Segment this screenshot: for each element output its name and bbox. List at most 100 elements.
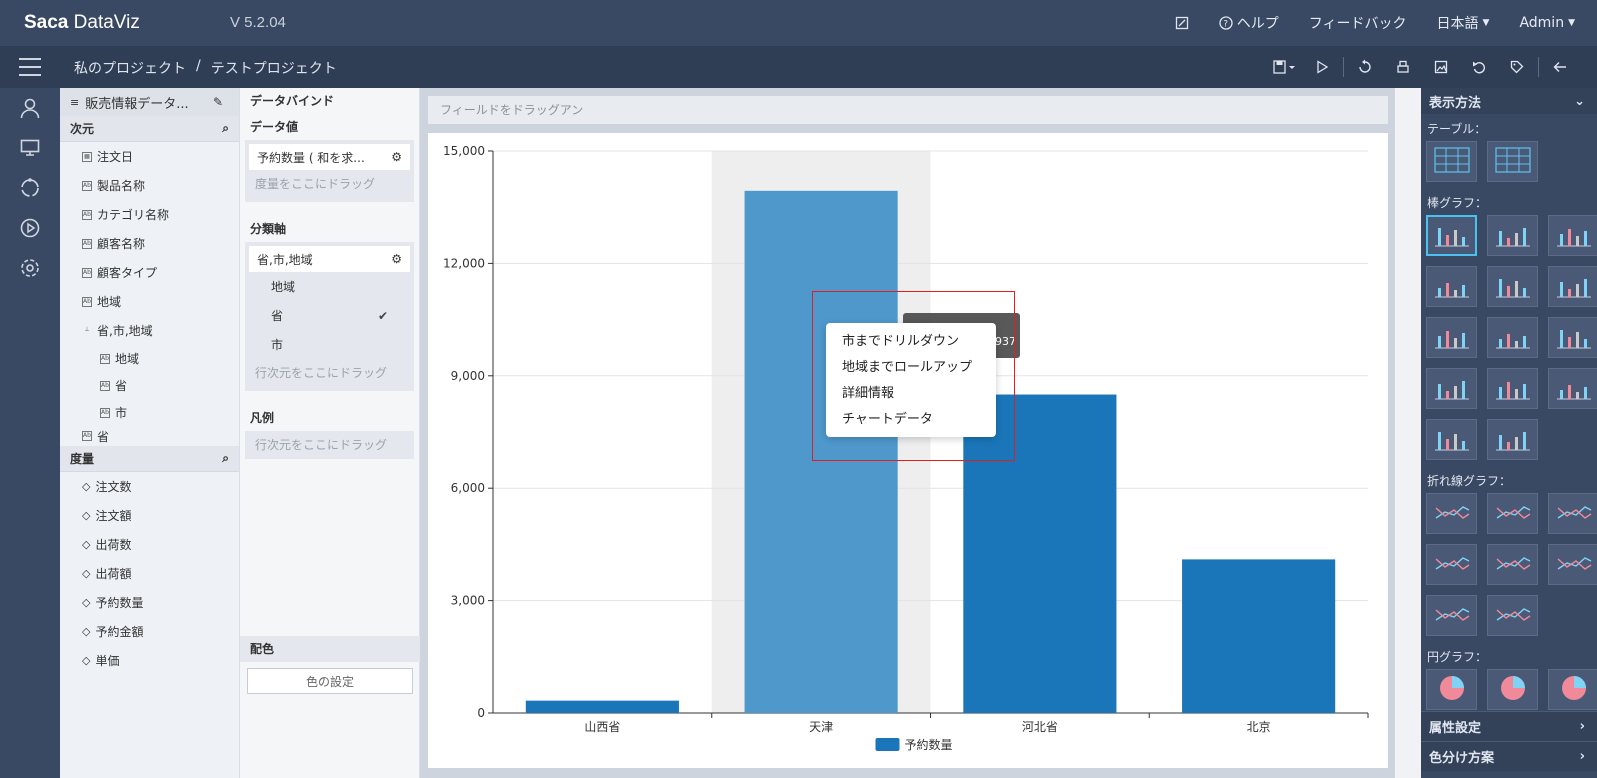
measure-item[interactable]: ◇ 注文数 [60, 472, 239, 501]
dimension-item[interactable]: Ab 製品名称 [60, 171, 239, 200]
monitor-icon[interactable] [0, 128, 60, 168]
line-type-option[interactable] [1426, 493, 1477, 534]
axis-dropzone[interactable]: 省,市,地域 ⚙ 地域省 ✔ 市 行次元をここにドラッグ [245, 242, 414, 391]
bar-type-option[interactable] [1487, 215, 1538, 256]
settings-gear-icon[interactable] [0, 248, 60, 288]
dimension-item[interactable]: Ab カテゴリ名称 [60, 200, 239, 229]
user-icon[interactable] [0, 88, 60, 128]
breadcrumb: 私のプロジェクト / テストプロジェクト [74, 58, 337, 78]
dataset-header[interactable]: ≡ 販売情報データ... ✎ [60, 88, 239, 116]
hierarchy-level-item[interactable]: Ab 地域 [60, 345, 239, 372]
display-method-header[interactable]: 表示方法 ⌄ [1421, 88, 1597, 114]
image-icon[interactable] [1422, 56, 1460, 78]
bar[interactable] [525, 700, 679, 713]
bar-chart-icon [1433, 271, 1471, 302]
measure-item[interactable]: ◇ 注文額 [60, 501, 239, 530]
legend-dropzone[interactable]: 行次元をここにドラッグ [245, 431, 414, 459]
dimension-item[interactable]: ▦ 注文日 [60, 142, 239, 171]
cycle-icon[interactable] [0, 168, 60, 208]
pie-type-option[interactable] [1487, 669, 1538, 710]
value-dropzone[interactable]: 予約数量 ( 和を求... ⚙ 度量をここにドラッグ [245, 140, 414, 202]
x-tick-label: 山西省 [584, 720, 620, 734]
line-type-option[interactable] [1548, 493, 1597, 534]
refresh-icon[interactable] [1346, 56, 1384, 78]
axis-option[interactable]: 市 [249, 330, 410, 359]
bar-type-option[interactable] [1426, 419, 1477, 460]
back-arrow-icon[interactable] [1541, 56, 1579, 78]
help-link[interactable]: ? ヘルプ [1219, 13, 1279, 33]
axis-chip[interactable]: 省,市,地域 ⚙ [249, 246, 410, 272]
line-type-option[interactable] [1487, 595, 1538, 636]
dimension-label: 顧客タイプ [97, 266, 158, 280]
line-type-option[interactable] [1426, 595, 1477, 636]
line-type-option[interactable] [1487, 544, 1538, 585]
bar-type-option[interactable] [1426, 266, 1477, 307]
axis-chip-label: 省,市,地域 [257, 252, 313, 267]
gear-icon[interactable]: ⚙ [391, 150, 402, 164]
measure-item[interactable]: ◇ 出荷額 [60, 559, 239, 588]
breadcrumb-root[interactable]: 私のプロジェクト [74, 58, 186, 78]
pie-type-option[interactable] [1426, 669, 1477, 710]
bar-type-option[interactable] [1426, 368, 1477, 409]
axis-option[interactable]: 省 ✔ [249, 301, 410, 330]
bar-type-option[interactable] [1548, 266, 1597, 307]
menu-icon[interactable] [19, 58, 41, 76]
bar-type-option[interactable] [1487, 419, 1538, 460]
table-type-option[interactable] [1487, 141, 1538, 182]
bar-type-option[interactable] [1548, 317, 1597, 358]
line-chart-icon [1433, 498, 1471, 529]
bar-type-grid [1421, 215, 1597, 466]
measure-item[interactable]: ◇ 予約金額 [60, 617, 239, 646]
value-drop-hint: 度量をここにドラッグ [255, 177, 376, 191]
language-dropdown[interactable]: 日本語 ▼ [1437, 13, 1490, 33]
bar-type-option[interactable] [1426, 215, 1477, 256]
dimension-label: 注文日 [97, 150, 134, 164]
hierarchy-level-item[interactable]: Ab 省 [60, 372, 239, 399]
bar-type-option[interactable] [1487, 368, 1538, 409]
attribute-settings-header[interactable]: 属性設定 › [1421, 711, 1597, 741]
edit-dataset-icon[interactable]: ✎ [213, 95, 223, 109]
save-icon[interactable] [1265, 56, 1303, 78]
gear-icon[interactable]: ⚙ [391, 252, 402, 266]
color-scheme-header[interactable]: 色分け方案 › [1421, 741, 1597, 771]
measure-item[interactable]: ◇ 単価 [60, 646, 239, 675]
axis-option[interactable]: 地域 [249, 272, 410, 301]
play-icon[interactable] [1303, 56, 1341, 78]
feedback-link[interactable]: フィードバック [1309, 13, 1407, 33]
dimension-item[interactable]: Ab 省 [60, 426, 239, 446]
search-icon[interactable]: ⌕ [222, 451, 229, 466]
search-icon[interactable]: ⌕ [222, 121, 229, 136]
legend-swatch [875, 738, 900, 751]
bar-type-option[interactable] [1487, 317, 1538, 358]
hierarchy-level-item[interactable]: Ab 市 [60, 399, 239, 426]
bar-type-option[interactable] [1487, 266, 1538, 307]
value-chip[interactable]: 予約数量 ( 和を求... ⚙ [249, 144, 410, 170]
table-chart-icon [1494, 147, 1531, 176]
breadcrumb-separator: / [196, 58, 201, 74]
print-icon[interactable] [1384, 56, 1422, 78]
line-type-option[interactable] [1548, 544, 1597, 585]
bar[interactable] [1182, 559, 1336, 713]
pie-type-option[interactable] [1548, 669, 1597, 710]
line-type-option[interactable] [1426, 544, 1477, 585]
line-type-option[interactable] [1487, 493, 1538, 534]
bar-type-option[interactable] [1548, 215, 1597, 256]
color-settings-button[interactable]: 色の設定 [247, 668, 413, 694]
edit-icon[interactable] [1175, 16, 1189, 30]
dimension-item[interactable]: ⊥ 省,市,地域 [60, 316, 239, 345]
field-drop-bar[interactable]: フィールドをドラッグアン [428, 96, 1388, 124]
bar-type-option[interactable] [1548, 368, 1597, 409]
measure-item[interactable]: ◇ 出荷数 [60, 530, 239, 559]
play-circle-icon[interactable] [0, 208, 60, 248]
table-type-option[interactable] [1426, 141, 1477, 182]
app-logo[interactable]: Saca DataViz [24, 12, 140, 34]
undo-icon[interactable] [1460, 56, 1498, 78]
help-icon: ? [1219, 16, 1233, 30]
bar-type-option[interactable] [1426, 317, 1477, 358]
user-menu[interactable]: Admin ▼ [1519, 15, 1575, 31]
measure-item[interactable]: ◇ 予約数量 [60, 588, 239, 617]
dimension-item[interactable]: Ab 地域 [60, 287, 239, 316]
tag-icon[interactable] [1498, 56, 1536, 78]
dimension-item[interactable]: Ab 顧客名称 [60, 229, 239, 258]
dimension-item[interactable]: Ab 顧客タイプ [60, 258, 239, 287]
